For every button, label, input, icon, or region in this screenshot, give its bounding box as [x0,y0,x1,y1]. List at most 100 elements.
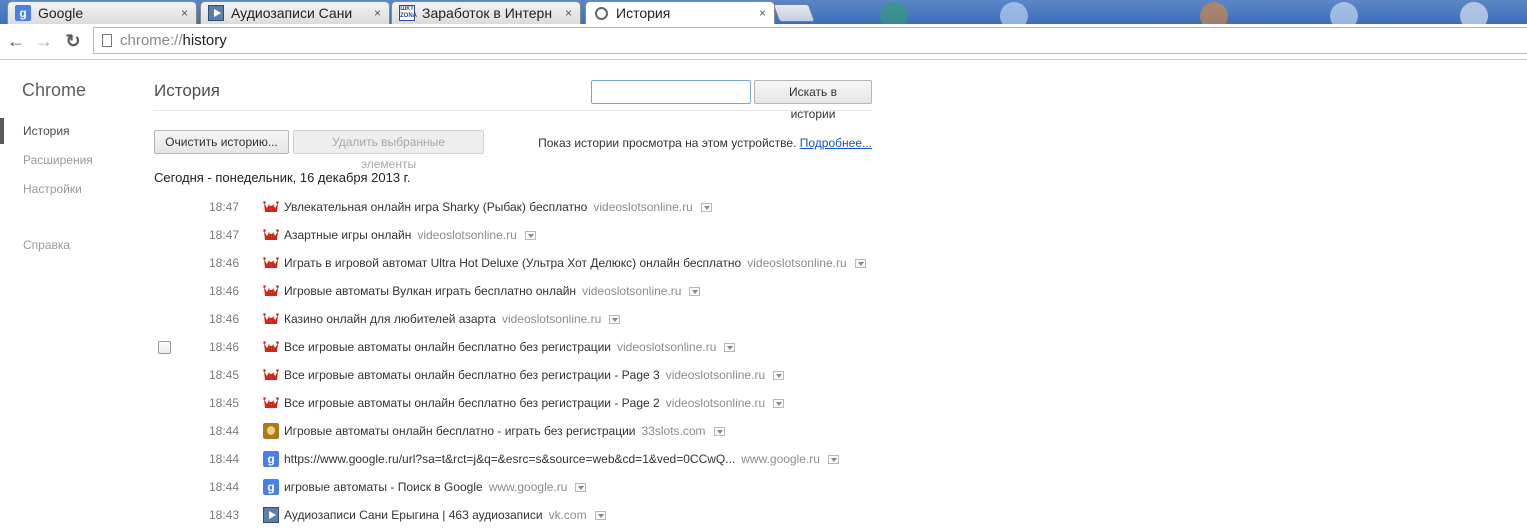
close-icon[interactable]: × [565,2,572,24]
close-icon[interactable]: × [374,2,381,24]
device-note-text: Показ истории просмотра на этом устройст… [538,136,797,150]
close-icon[interactable]: × [759,2,766,24]
history-domain: videoslotsonline.ru [417,228,517,242]
history-row[interactable]: 18:46 Казино онлайн для любителей азарта v… [154,305,874,333]
chevron-down-icon[interactable] [724,342,736,352]
sidebar-item-help[interactable]: Справка [23,238,70,252]
history-row[interactable]: 18:47 Увлекательная онлайн игра Sharky (Р… [154,193,874,221]
address-bar[interactable]: chrome://history [93,27,1527,54]
desktop-decoration [1000,2,1028,24]
chevron-down-icon[interactable] [594,510,606,520]
chevron-down-icon[interactable] [700,202,712,212]
history-entry: Игровые автоматы онлайн бесплатно - игра… [263,417,725,445]
url-scheme: chrome:// [120,32,183,49]
crown-icon [263,199,279,215]
sidebar-item-settings[interactable]: Настройки [23,182,82,196]
history-link[interactable]: Аудиозаписи Сани Ерыгина | 463 аудиозапи… [284,501,543,529]
tab-vk-audio[interactable]: Аудиозаписи Сани × [200,1,390,24]
chevron-down-icon[interactable] [854,258,866,268]
sidebar-item-history[interactable]: История [23,124,70,138]
visit-time: 18:47 [209,228,240,242]
search-input[interactable] [591,80,751,104]
back-arrow-icon[interactable]: ← [5,30,27,52]
crown-icon [263,367,279,383]
history-link[interactable]: Все игровые автоматы онлайн бесплатно бе… [284,361,660,389]
history-row[interactable]: 18:46 Все игровые автоматы онлайн бесплат… [154,333,874,361]
chevron-down-icon[interactable] [609,314,621,324]
history-entry: g игровые автоматы - Поиск в Google www.go… [263,473,587,501]
google-icon: g [263,451,279,467]
clear-history-button[interactable]: Очистить историю... [154,130,289,154]
history-domain: vk.com [548,508,587,522]
history-link[interactable]: Игровые автоматы онлайн бесплатно - игра… [284,417,636,445]
chevron-down-icon[interactable] [827,454,839,464]
history-link[interactable]: Увлекательная онлайн игра Sharky (Рыбак)… [284,193,587,221]
history-link[interactable]: https://www.google.ru/url?sa=t&rct=j&q=&… [284,445,735,473]
history-link[interactable]: Казино онлайн для любителей азарта [284,305,496,333]
history-row[interactable]: 18:46 Игровые автоматы Вулкан играть бесп… [154,277,874,305]
google-icon: g [15,5,31,21]
history-domain: videoslotsonline.ru [747,256,847,270]
day-header: Сегодня - понедельник, 16 декабря 2013 г… [154,170,411,185]
search-history-button[interactable]: Искать в истории [754,80,872,121]
history-entry: Игровые автоматы Вулкан играть бесплатно… [263,277,701,305]
history-row[interactable]: 18:44 Игровые автоматы онлайн бесплатно -… [154,417,874,445]
close-icon[interactable]: × [181,2,188,24]
tab-label: История [616,5,671,21]
history-domain: videoslotsonline.ru [593,200,693,214]
history-domain: videoslotsonline.ru [617,340,717,354]
history-link[interactable]: Все игровые автоматы онлайн бесплатно бе… [284,333,611,361]
row-checkbox[interactable] [158,341,171,354]
history-domain: 33slots.com [641,424,706,438]
history-row[interactable]: 18:45 Все игровые автоматы онлайн бесплат… [154,389,874,417]
history-domain: www.google.ru [488,480,568,494]
history-row[interactable]: 18:44 g https://www.google.ru/url?sa=t&rct… [154,445,874,473]
tab-google[interactable]: g Google × [7,1,197,24]
visit-time: 18:44 [209,480,240,494]
vk-audio-icon [263,507,279,523]
history-list: 18:47 Увлекательная онлайн игра Sharky (Р… [154,193,874,529]
crown-icon [263,283,279,299]
history-row[interactable]: 18:47 Азартные игры онлайн videoslotsonlin… [154,221,874,249]
chevron-down-icon[interactable] [773,398,785,408]
history-icon [595,7,608,20]
visit-time: 18:47 [209,200,240,214]
visit-time: 18:43 [209,508,240,522]
history-row[interactable]: 18:44 g игровые автоматы - Поиск в Google w… [154,473,874,501]
history-link[interactable]: игровые автоматы - Поиск в Google [284,473,483,501]
history-entry: Азартные игры онлайн videoslotsonline.ru [263,221,536,249]
chevron-down-icon[interactable] [575,482,587,492]
tab-strip: g Google × Аудиозаписи Сани × ШКТ ZONA За… [0,0,1527,24]
chevron-down-icon[interactable] [524,230,536,240]
history-link[interactable]: Игровые автоматы Вулкан играть бесплатно… [284,277,576,305]
history-entry: Казино онлайн для любителей азарта videos… [263,305,621,333]
visit-time: 18:44 [209,424,240,438]
chevron-down-icon[interactable] [689,286,701,296]
chevron-down-icon[interactable] [773,370,785,380]
history-domain: www.google.ru [741,452,820,466]
crown-icon [263,395,279,411]
tab-zarabotok[interactable]: ШКТ ZONA Заработок в Интерн × [391,1,581,24]
new-tab-button[interactable] [772,4,816,22]
sidebar-item-extensions[interactable]: Расширения [23,153,93,167]
tab-label: Аудиозаписи Сани [231,5,353,21]
history-row[interactable]: 18:43 Аудиозаписи Сани Ерыгина | 463 ауди… [154,501,874,529]
google-icon: g [263,479,279,495]
history-link[interactable]: Все игровые автоматы онлайн бесплатно бе… [284,389,660,417]
history-row[interactable]: 18:46 Играть в игровой автомат Ultra Hot … [154,249,874,277]
tab-history[interactable]: История × [585,1,775,24]
chevron-down-icon[interactable] [713,426,725,436]
history-entry: g https://www.google.ru/url?sa=t&rct=j&q=… [263,445,839,473]
tab-label: Заработок в Интерн [422,5,553,21]
history-row[interactable]: 18:45 Все игровые автоматы онлайн бесплат… [154,361,874,389]
desktop-decoration [1460,2,1488,24]
remove-selected-button[interactable]: Удалить выбранные элементы [293,130,484,171]
reload-icon[interactable]: ↻ [62,30,84,52]
history-entry: Играть в игровой автомат Ultra Hot Delux… [263,249,866,277]
desktop-decoration [1330,2,1358,24]
learn-more-link[interactable]: Подробнее... [800,136,872,150]
selection-indicator [0,118,4,144]
forward-arrow-icon[interactable]: → [33,30,55,52]
history-link[interactable]: Азартные игры онлайн [284,221,411,249]
history-link[interactable]: Играть в игровой автомат Ultra Hot Delux… [284,249,741,277]
